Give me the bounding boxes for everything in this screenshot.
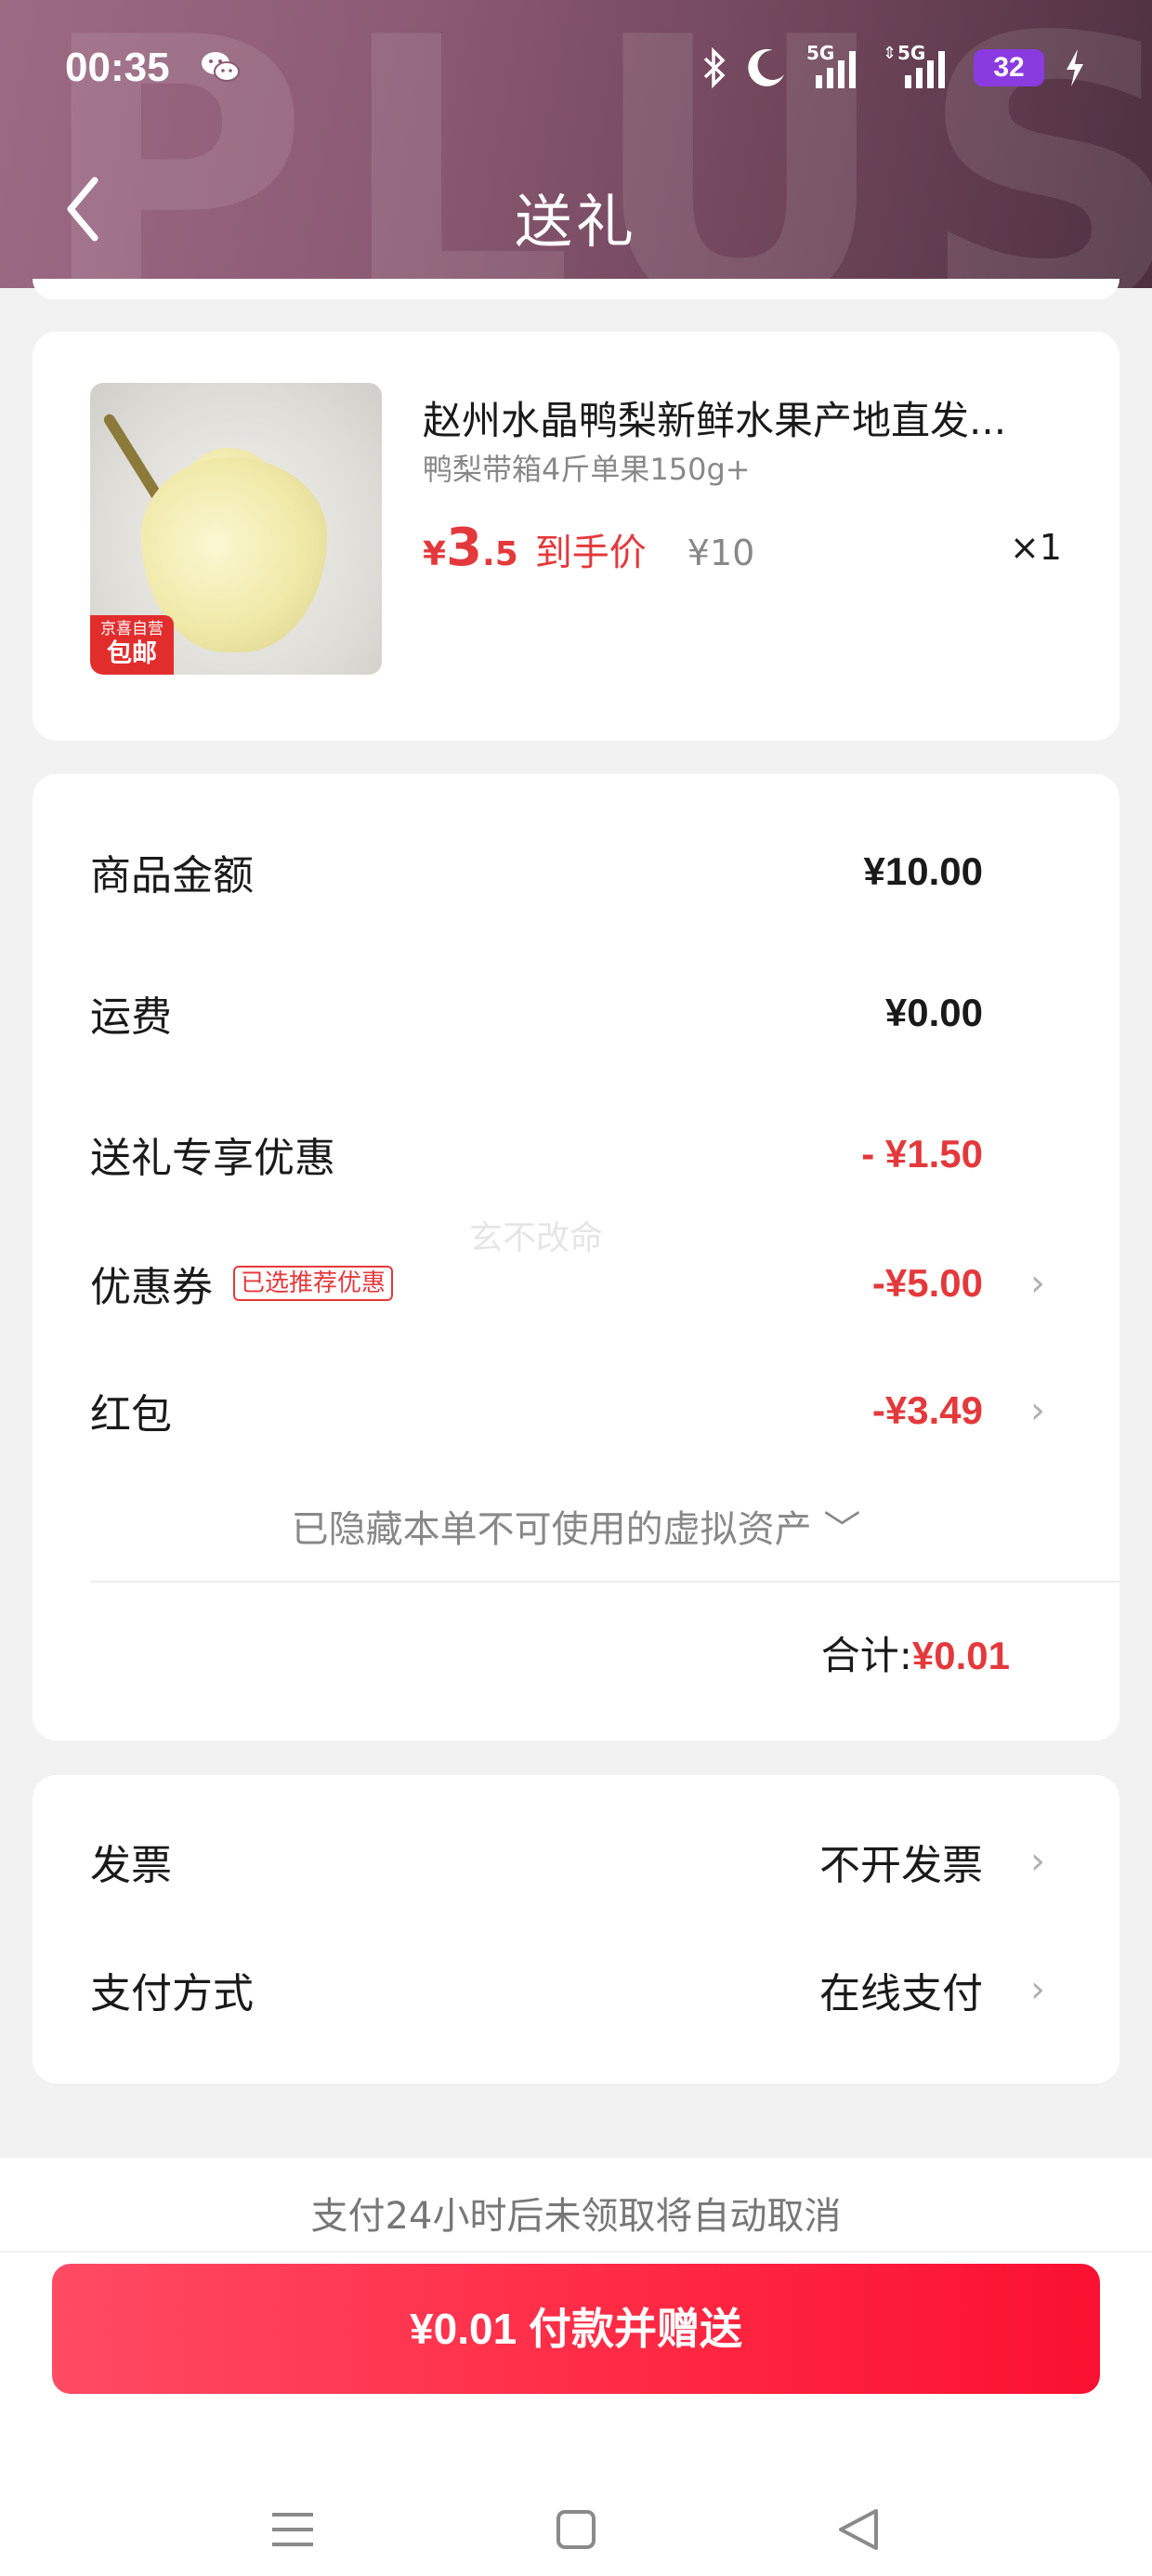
bluetooth-icon xyxy=(703,47,726,88)
coupon-row[interactable]: 优惠券 已选推荐优惠 -¥5.00 › xyxy=(90,1251,1062,1316)
moon-icon xyxy=(748,48,784,86)
price-integer: 3 xyxy=(446,518,483,578)
quantity: ×1 xyxy=(1009,527,1062,568)
page-title: 送礼 xyxy=(514,188,637,256)
total-row: 合计: ¥0.01 xyxy=(821,1624,1010,1681)
previous-card-edge xyxy=(33,279,1119,299)
goods-amount-row: 商品金额 ¥10.00 xyxy=(90,839,1062,904)
invoice-row[interactable]: 发票 不开发票 › xyxy=(90,1829,1062,1894)
header: PLUS 00:35 5G 5G ⇕ 32 送礼 xyxy=(0,0,1152,288)
total-label: 合计: xyxy=(820,1633,912,1678)
goods-amount-value: ¥10.00 xyxy=(863,849,983,893)
original-price: ¥10 xyxy=(687,532,755,573)
wechat-icon xyxy=(202,52,240,82)
status-bar: 00:35 5G 5G ⇕ 32 xyxy=(0,0,1152,139)
free-shipping-badge: 京喜自营 包邮 xyxy=(90,615,174,675)
price-currency: ¥ xyxy=(423,535,447,573)
final-price-label: 到手价 xyxy=(534,532,647,574)
system-navigation-bar xyxy=(0,2502,1152,2557)
divider xyxy=(0,2251,1152,2253)
red-packet-row[interactable]: 红包 -¥3.49 › xyxy=(90,1378,1062,1443)
divider xyxy=(90,1581,1119,1583)
product-image[interactable]: 京喜自营 包邮 xyxy=(90,383,382,675)
invoice-payment-card: 发票 不开发票 › 支付方式 在线支付 › xyxy=(33,1775,1119,2083)
nav-row: 送礼 xyxy=(0,158,1152,260)
signal-icon: 5G ⇕ xyxy=(883,42,955,90)
badge-bottom-text: 包邮 xyxy=(107,639,157,668)
chevron-right-icon: › xyxy=(1030,1262,1045,1305)
invoice-value: 不开发票 xyxy=(819,1842,983,1889)
cost-breakdown-card: 商品金额 ¥10.00 运费 ¥0.00 送礼专享优惠 - ¥1.50 优惠券 … xyxy=(33,774,1119,1741)
bottom-bar: 支付24小时后未领取将自动取消 ¥0.01 付款并赠送 xyxy=(0,2158,1152,2576)
battery-indicator: 32 xyxy=(974,49,1044,86)
menu-icon[interactable] xyxy=(265,2502,321,2557)
invoice-label: 发票 xyxy=(90,1842,172,1889)
pay-and-gift-button[interactable]: ¥0.01 付款并赠送 xyxy=(52,2264,1100,2394)
gift-discount-label: 送礼专享优惠 xyxy=(90,1135,335,1182)
badge-top-text: 京喜自营 xyxy=(100,620,164,638)
product-spec: 鸭梨带箱4斤单果150g+ xyxy=(423,452,751,487)
auto-cancel-notice: 支付24小时后未领取将自动取消 xyxy=(310,2195,842,2238)
chevron-right-icon: › xyxy=(1030,1389,1045,1432)
shipping-label: 运费 xyxy=(90,993,172,1041)
payment-method-label: 支付方式 xyxy=(90,1970,254,2017)
goods-amount-label: 商品金额 xyxy=(90,852,254,900)
status-icons: 5G 5G ⇕ 32 xyxy=(702,42,1087,91)
red-packet-label: 红包 xyxy=(90,1391,172,1439)
home-icon[interactable] xyxy=(548,2502,604,2557)
status-time: 00:35 xyxy=(65,45,170,90)
data-arrows-icon: ⇕ xyxy=(883,44,897,63)
product-card[interactable]: 京喜自营 包邮 赵州水晶鸭梨新鲜水果产地直发... 鸭梨带箱4斤单果150g+ … xyxy=(33,332,1119,741)
shipping-row: 运费 ¥0.00 xyxy=(90,980,1062,1045)
text-watermark: 玄不改命 xyxy=(469,1219,604,1257)
payment-method-value: 在线支付 xyxy=(819,1970,983,2017)
signal-icon: 5G xyxy=(806,42,864,90)
chevron-right-icon: › xyxy=(1030,1968,1045,2011)
gift-discount-value: - ¥1.50 xyxy=(861,1132,983,1176)
total-value: ¥0.01 xyxy=(911,1634,1010,1677)
payment-method-row[interactable]: 支付方式 在线支付 › xyxy=(90,1957,1062,2022)
coupon-value: -¥5.00 xyxy=(871,1261,983,1305)
back-triangle-icon[interactable] xyxy=(831,2502,887,2557)
recommended-coupon-tag: 已选推荐优惠 xyxy=(233,1266,394,1301)
hidden-assets-toggle[interactable]: 已隐藏本单不可使用的虚拟资产 ﹀ xyxy=(33,1499,1119,1553)
price-row: ¥ 3 .5 到手价 ¥10 xyxy=(423,518,754,583)
price-decimal: .5 xyxy=(482,535,518,573)
shipping-value: ¥0.00 xyxy=(884,991,983,1034)
product-title[interactable]: 赵州水晶鸭梨新鲜水果产地直发... xyxy=(423,389,1092,446)
red-packet-value: -¥3.49 xyxy=(871,1388,983,1432)
coupon-label: 优惠券 xyxy=(90,1264,213,1311)
gift-discount-row: 送礼专享优惠 - ¥1.50 xyxy=(90,1122,1062,1187)
charging-icon xyxy=(1067,49,1083,86)
chevron-right-icon: › xyxy=(1030,1840,1045,1883)
